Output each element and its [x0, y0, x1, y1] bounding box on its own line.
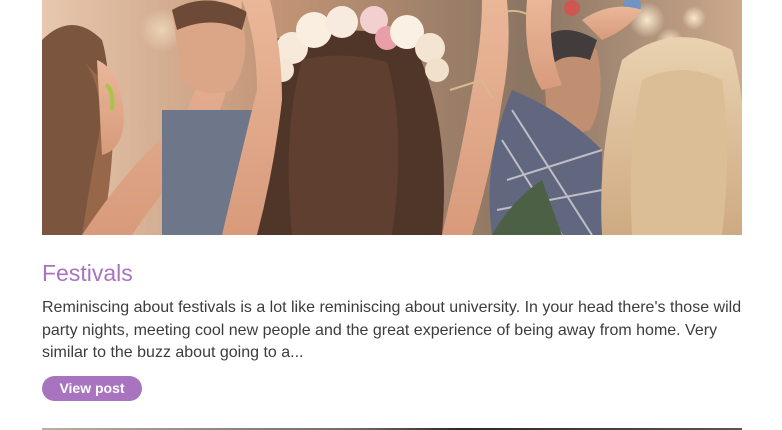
- blog-post-card: Festivals Reminiscing about festivals is…: [0, 0, 782, 430]
- post-excerpt: Reminiscing about festivals is a lot lik…: [42, 299, 742, 361]
- festival-crowd-photo: [42, 0, 742, 235]
- festival-crowd-image[interactable]: [42, 0, 742, 235]
- view-post-button[interactable]: View post: [42, 376, 142, 401]
- post-title[interactable]: Festivals: [42, 258, 133, 288]
